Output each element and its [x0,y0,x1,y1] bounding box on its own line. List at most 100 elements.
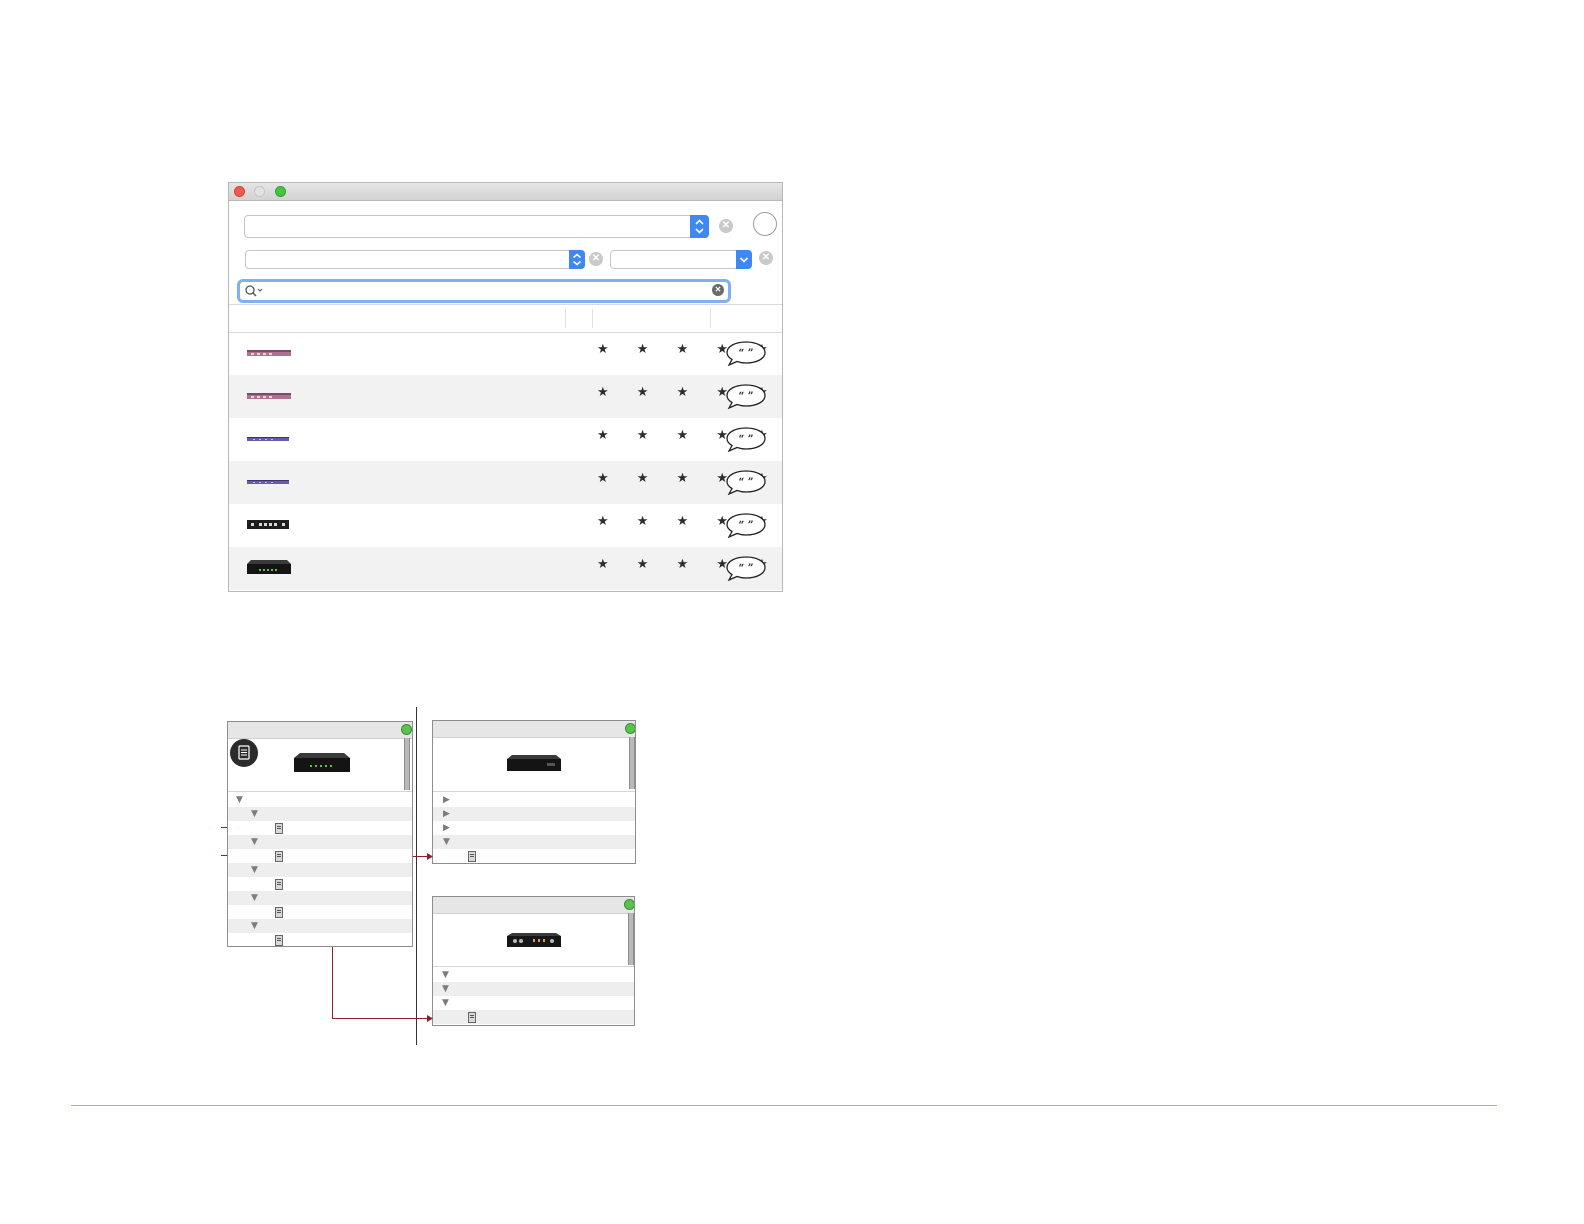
disclosure-collapsed-icon[interactable]: ▶ [443,793,450,807]
tree-row[interactable] [433,849,635,863]
table-row[interactable]: ★ ★ ★ ★ ★ “ ” [229,418,782,461]
zoom-button[interactable] [275,186,286,197]
status-online-icon [401,724,412,735]
tree-row[interactable]: ▼ [433,968,634,982]
chevron-down-icon[interactable] [736,250,752,269]
tree-row[interactable] [228,821,412,835]
table-row[interactable]: ★ ★ ★ ★ ★ “ ” [229,547,782,590]
title-bar [229,183,782,201]
search-field[interactable]: ✕ [237,279,731,303]
tree-row[interactable]: ▼ [228,835,412,849]
destination-device-panel[interactable]: ▼ ▼ ▼ [432,896,635,1026]
clear-primary-icon[interactable]: ✕ [719,219,733,233]
source-device-panel[interactable]: ▼ ▼ ▼ ▼ ▼ ▼ [227,721,413,947]
switch-purple-icon [247,350,291,356]
disclosure-expanded-icon[interactable]: ▼ [251,863,258,877]
column-separator[interactable] [710,309,711,328]
tree-row[interactable]: ▼ [433,835,635,849]
review-quote-icon[interactable]: “ ” [726,555,766,581]
updown-chevron-icon[interactable] [569,250,585,269]
table-row[interactable]: ★ ★ ★ ★ ★ “ ” [229,461,782,504]
disclosure-expanded-icon[interactable]: ▼ [251,807,258,821]
disclosure-expanded-icon[interactable]: ▼ [443,835,450,849]
panel-title-bar[interactable] [433,897,634,914]
switch-slim-purple-icon [247,480,289,484]
device-info-icon[interactable] [230,739,258,767]
tree-row[interactable]: ▼ [433,982,634,996]
channel-document-icon [468,851,476,862]
clear-secondary-icon[interactable]: ✕ [589,252,603,266]
table-header [229,304,782,333]
footer-rule [71,1105,1497,1106]
tree-row[interactable]: ▼ [228,919,412,933]
channel-document-icon [275,879,283,890]
search-input[interactable] [266,283,700,299]
tree-row[interactable]: ▶ [433,807,635,821]
tree-row[interactable]: ▼ [433,996,634,1010]
disclosure-expanded-icon[interactable]: ▼ [251,919,258,933]
tree-row[interactable] [228,905,412,919]
disclosure-expanded-icon[interactable]: ▼ [442,968,449,982]
tertiary-select[interactable] [610,250,752,269]
channel-document-icon [275,907,283,918]
panel-title-bar[interactable] [433,721,635,738]
disclosure-collapsed-icon[interactable]: ▶ [443,821,450,835]
table-row[interactable]: ★ ★ ★ ★ ★ “ ” [229,332,782,375]
disclosure-expanded-icon[interactable]: ▼ [442,996,449,1010]
channel-document-icon [275,823,283,834]
svg-text:“ ”: “ ” [739,477,754,488]
review-quote-icon[interactable]: “ ” [726,512,766,538]
arrowhead-icon [427,853,433,860]
amplifier-black-icon [247,560,291,574]
search-icon [245,285,263,297]
tree-row[interactable]: ▶ [433,821,635,835]
close-button[interactable] [234,186,245,197]
review-quote-icon[interactable]: “ ” [726,426,766,452]
search-clear-icon[interactable]: ✕ [712,284,724,296]
column-separator[interactable] [592,309,593,328]
tree-row[interactable]: ▶ [433,793,635,807]
table-row[interactable]: ★ ★ ★ ★ ★ “ ” [229,504,782,547]
connection-wire [221,855,227,856]
switch-purple-icon [247,393,291,399]
tree-row[interactable]: ▼ [228,891,412,905]
disclosure-expanded-icon[interactable]: ▼ [251,891,258,905]
updown-chevron-icon[interactable] [690,215,709,238]
disclosure-expanded-icon[interactable]: ▼ [251,835,258,849]
column-separator[interactable] [565,309,566,328]
tree-row[interactable]: ▼ [228,793,412,807]
scrollbar[interactable] [404,738,410,790]
svg-text:“ ”: “ ” [739,391,754,402]
review-quote-icon[interactable]: “ ” [726,340,766,366]
table-row[interactable]: ★ ★ ★ ★ ★ “ ” [229,375,782,418]
tree-row[interactable] [433,1010,634,1024]
primary-select[interactable] [244,215,709,238]
connection-wire [221,827,227,828]
scrollbar[interactable] [629,737,635,789]
divider-line [416,707,417,1045]
switch-slim-purple-icon [247,437,289,441]
disclosure-collapsed-icon[interactable]: ▶ [443,807,450,821]
audio-interface-device-icon [507,933,561,947]
svg-text:“ ”: “ ” [739,434,754,445]
tree-row[interactable]: ▼ [228,863,412,877]
tree-row[interactable] [228,849,412,863]
disclosure-expanded-icon[interactable]: ▼ [442,982,449,996]
help-button[interactable] [753,212,777,236]
connection-wire [332,947,333,1019]
review-quote-icon[interactable]: “ ” [726,383,766,409]
channel-document-icon [275,935,283,946]
tree-row[interactable] [228,933,412,946]
scrollbar[interactable] [628,913,634,965]
disclosure-expanded-icon[interactable]: ▼ [236,793,243,807]
connection-wire [332,1018,431,1019]
tree-row[interactable]: ▼ [228,807,412,821]
destination-device-panel[interactable]: ▶ ▶ ▶ ▼ [432,720,636,864]
clear-tertiary-icon[interactable]: ✕ [759,251,773,265]
tree-row[interactable] [228,877,412,891]
minimize-button[interactable] [254,186,265,197]
amplifier-device-icon [294,753,350,772]
secondary-select[interactable] [245,250,585,269]
panel-title-bar[interactable] [228,722,412,739]
review-quote-icon[interactable]: “ ” [726,469,766,495]
